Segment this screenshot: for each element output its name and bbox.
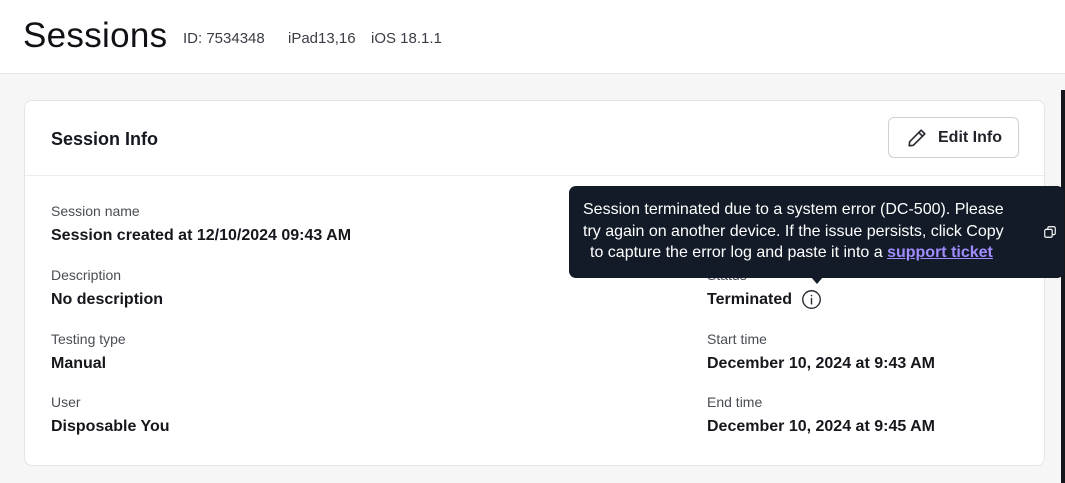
- pencil-icon: [906, 127, 928, 149]
- panel-edge: [1061, 90, 1065, 483]
- status-row: Terminated: [707, 289, 822, 310]
- user-value: Disposable You: [51, 418, 170, 435]
- top-bar: Sessions ID: 7534348 iPad13,16 iOS 18.1.…: [0, 0, 1065, 74]
- end-time-label: End time: [707, 394, 763, 410]
- user-label: User: [51, 394, 81, 410]
- page-title: Sessions: [23, 16, 168, 55]
- status-value: Terminated: [707, 290, 793, 308]
- start-time-value: December 10, 2024 at 9:43 AM: [707, 355, 935, 372]
- session-id: ID: 7534348: [183, 30, 265, 47]
- start-time-label: Start time: [707, 331, 767, 347]
- info-icon[interactable]: [801, 289, 822, 310]
- edit-info-button[interactable]: Edit Info: [888, 117, 1019, 158]
- session-name-label: Session name: [51, 203, 140, 219]
- card-header: Session Info Edit Info: [25, 101, 1044, 176]
- tooltip-line-3: to capture the error log and paste it in…: [583, 242, 1064, 264]
- copy-icon[interactable]: [1043, 225, 1057, 239]
- tooltip-line-3-text: to capture the error log and paste it in…: [590, 244, 888, 261]
- testing-type-value: Manual: [51, 355, 107, 372]
- session-info-card: Session Info Edit Info Session name Sess…: [24, 100, 1045, 466]
- os-version: iOS 18.1.1: [371, 30, 442, 47]
- session-name-value: Session created at 12/10/2024 09:43 AM: [51, 227, 352, 244]
- tooltip-line-2: try again on another device. If the issu…: [583, 222, 1004, 240]
- tooltip-line-1: Session terminated due to a system error…: [583, 201, 1004, 218]
- error-tooltip: Session terminated due to a system error…: [569, 186, 1064, 278]
- edit-info-label: Edit Info: [938, 128, 1002, 146]
- device-model: iPad13,16: [288, 30, 356, 47]
- tooltip-arrow: [811, 277, 823, 284]
- support-ticket-link[interactable]: support ticket: [887, 244, 993, 261]
- card-title: Session Info: [51, 129, 159, 149]
- description-label: Description: [51, 267, 122, 283]
- testing-type-label: Testing type: [51, 331, 126, 347]
- end-time-value: December 10, 2024 at 9:45 AM: [707, 418, 935, 435]
- description-value: No description: [51, 291, 164, 308]
